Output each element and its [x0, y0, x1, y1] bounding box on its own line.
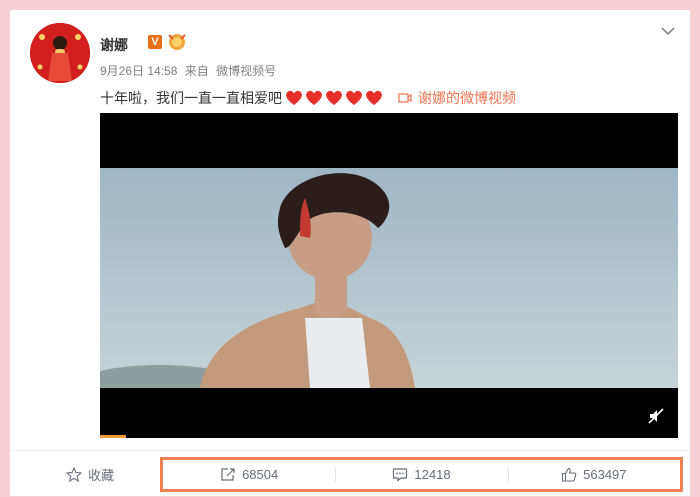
comment-icon — [393, 468, 408, 482]
video-frame — [100, 168, 678, 388]
heart-icon — [366, 90, 382, 105]
repost-count: 68504 — [242, 467, 279, 482]
video-player[interactable] — [100, 113, 678, 438]
medal-icon[interactable] — [166, 33, 188, 51]
post-source[interactable]: 微博视频号 — [216, 64, 276, 78]
post-date[interactable]: 9月26日 14:58 — [100, 64, 177, 78]
star-icon — [66, 467, 82, 482]
comment-count: 12418 — [414, 467, 451, 482]
video-link-label[interactable]: 谢娜的微博视频 — [418, 87, 516, 109]
post-text-content: 十年啦，我们一直一直相爱吧 — [100, 90, 282, 106]
video-icon — [398, 93, 412, 103]
video-progress-bar[interactable] — [100, 435, 126, 438]
heart-icon — [286, 90, 302, 105]
action-bar: 收藏 68504 12418 563497 — [10, 450, 690, 497]
verified-badge[interactable]: V — [148, 35, 162, 49]
post-meta: 9月26日 14:58 来自 微博视频号 — [100, 62, 280, 79]
heart-emojis — [284, 89, 384, 107]
heart-icon — [326, 90, 342, 105]
favorite-button[interactable]: 收藏 — [66, 465, 114, 484]
repost-button[interactable]: 68504 — [163, 460, 335, 489]
username[interactable]: 谢娜 — [100, 35, 128, 55]
avatar[interactable] — [30, 23, 90, 83]
heart-icon — [306, 90, 322, 105]
like-icon — [562, 467, 577, 482]
weibo-post-card: 谢娜 V 9月26日 14:58 来自 微博视频号 十年啦，我们一直一直相爱吧 … — [10, 10, 690, 496]
like-button[interactable]: 563497 — [507, 460, 680, 489]
avatar-image — [30, 23, 90, 83]
comment-button[interactable]: 12418 — [335, 460, 507, 489]
chevron-down-icon[interactable] — [660, 24, 676, 38]
like-count: 563497 — [583, 467, 627, 482]
source-prefix: 来自 — [184, 64, 209, 78]
post-text: 十年啦，我们一直一直相爱吧 谢娜的微博视频 — [100, 87, 516, 109]
highlight-box: 68504 12418 563497 — [160, 457, 683, 492]
favorite-label: 收藏 — [88, 468, 115, 483]
heart-icon — [346, 90, 362, 105]
video-link[interactable]: 谢娜的微博视频 — [398, 87, 516, 109]
repost-icon — [221, 468, 235, 481]
mute-icon[interactable] — [648, 408, 664, 424]
